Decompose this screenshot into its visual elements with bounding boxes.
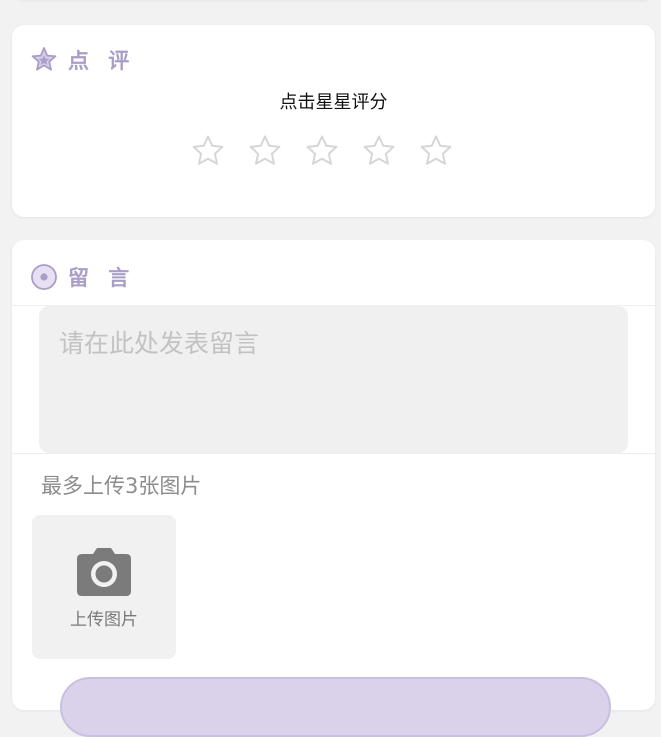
rating-hint: 点击星星评分	[279, 92, 388, 113]
star-2-icon[interactable]	[247, 133, 283, 169]
message-bubble-icon	[31, 264, 57, 290]
star-3-icon[interactable]	[304, 133, 340, 169]
star-rating[interactable]	[190, 133, 454, 169]
review-header: 点 评	[30, 45, 135, 75]
star-4-icon[interactable]	[361, 133, 397, 169]
message-card: 留 言 最多上传3张图片 上传图片	[12, 240, 655, 737]
star-1-icon[interactable]	[190, 133, 226, 169]
message-input[interactable]	[39, 306, 628, 453]
star-5-icon[interactable]	[418, 133, 454, 169]
message-title: 留 言	[68, 266, 136, 290]
camera-icon	[77, 548, 131, 596]
submit-button[interactable]	[60, 677, 611, 737]
review-card: 点 评 点击星星评分	[12, 25, 655, 217]
message-header: 留 言	[30, 262, 135, 292]
star-badge-icon	[31, 47, 57, 71]
upload-limit-hint: 最多上传3张图片	[41, 474, 202, 498]
review-title: 点 评	[68, 49, 136, 73]
upload-image-button[interactable]: 上传图片	[32, 515, 176, 659]
upload-image-label: 上传图片	[70, 610, 138, 630]
divider	[12, 453, 655, 454]
